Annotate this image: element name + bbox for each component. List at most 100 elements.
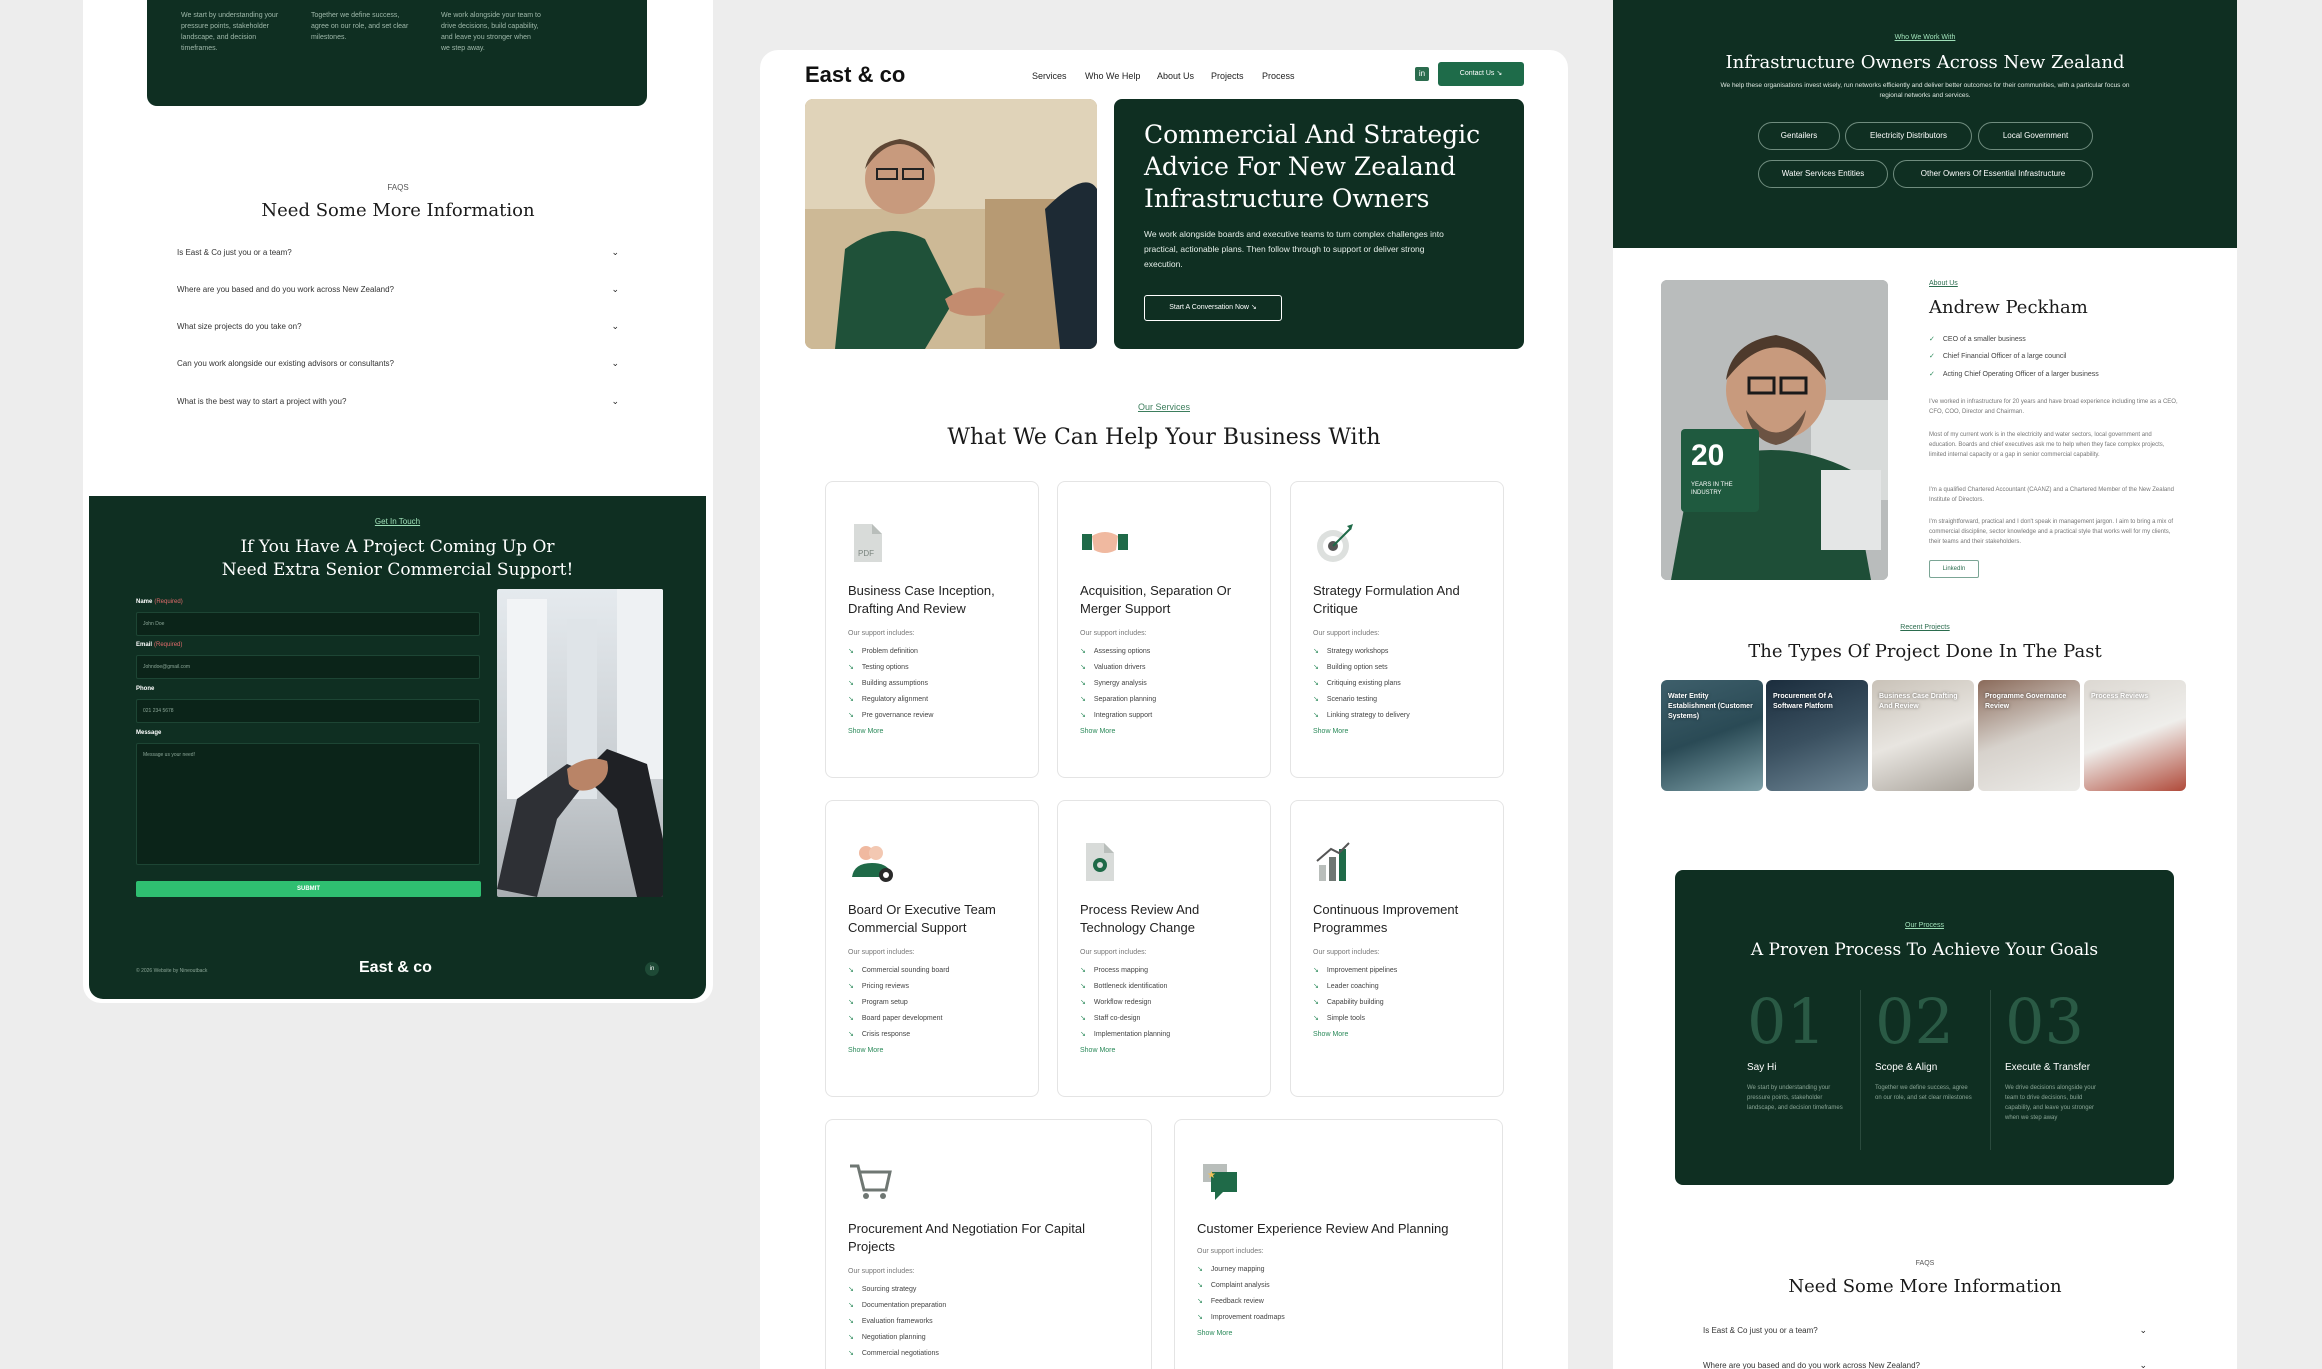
nav-who-we-help[interactable]: Who We Help xyxy=(1085,71,1140,81)
list-item: Commercial sounding board xyxy=(848,963,950,979)
process-kicker: Our Process xyxy=(1905,922,1944,929)
nav-about-us[interactable]: About Us xyxy=(1157,71,1194,81)
service-card[interactable]: Board Or Executive Team Commercial Suppo… xyxy=(825,800,1039,1097)
hero-title: Commercial And Strategic Advice For New … xyxy=(1144,120,1481,213)
linkedin-icon[interactable]: in xyxy=(645,962,659,976)
list-item: Regulatory alignment xyxy=(848,692,933,708)
service-card[interactable]: Procurement And Negotiation For Capital … xyxy=(825,1119,1152,1369)
chevron-down-icon: ⌄ xyxy=(611,396,619,406)
handshake-photo xyxy=(497,589,663,897)
document-gear-icon xyxy=(1080,839,1120,885)
nav-projects[interactable]: Projects xyxy=(1211,71,1244,81)
step-divider xyxy=(1860,990,1861,1150)
service-card[interactable]: Strategy Formulation And Critique Our su… xyxy=(1290,481,1504,778)
linkedin-button[interactable]: LinkedIn xyxy=(1929,560,1979,578)
svg-text:★: ★ xyxy=(1207,1170,1216,1181)
service-card[interactable]: Process Review And Technology Change Our… xyxy=(1057,800,1271,1097)
list-item: Assessing options xyxy=(1080,644,1156,660)
projects-kicker: Recent Projects xyxy=(1900,624,1950,631)
faq-kicker: FAQS xyxy=(1915,1260,1935,1267)
faq-item[interactable]: What size projects do you take on? ⌄ xyxy=(177,321,619,332)
contact-us-button[interactable]: Contact Us ↘ xyxy=(1438,62,1524,86)
list-item: Workflow redesign xyxy=(1080,995,1170,1011)
list-item: Documentation preparation xyxy=(848,1298,946,1314)
faq-item[interactable]: Is East & Co just you or a team? ⌄ xyxy=(177,247,619,258)
linkedin-icon[interactable]: in xyxy=(1415,67,1429,81)
nav-services[interactable]: Services xyxy=(1032,71,1067,81)
pill-electricity[interactable]: Electricity Distributors xyxy=(1845,122,1972,150)
contact-kicker[interactable]: Get In Touch xyxy=(89,517,706,526)
step-desc-3: We work alongside your team to drive dec… xyxy=(441,12,541,52)
pill-gentailers[interactable]: Gentailers xyxy=(1758,122,1840,150)
project-card[interactable]: Procurement Of A Software Platform xyxy=(1766,680,1868,791)
service-card[interactable]: Acquisition, Separation Or Merger Suppor… xyxy=(1057,481,1271,778)
project-title: Water Entity Establishment (Customer Sys… xyxy=(1668,693,1753,720)
project-title: Process Reviews xyxy=(2091,693,2149,700)
show-more-link[interactable]: Show More xyxy=(1313,728,1348,735)
step-number: 02 xyxy=(1875,985,1954,1058)
step-title: Say Hi xyxy=(1747,1062,1777,1073)
card-list: Journey mapping Complaint analysis Feedb… xyxy=(1197,1262,1285,1326)
pill-other-owners[interactable]: Other Owners Of Essential Infrastructure xyxy=(1893,160,2093,188)
svg-text:PDF: PDF xyxy=(858,549,874,558)
card-support-label: Our support includes: xyxy=(848,630,915,637)
who-title: Infrastructure Owners Across New Zealand xyxy=(1725,52,2125,73)
list-item: Critiquing existing plans xyxy=(1313,676,1410,692)
chat-star-icon: ★ xyxy=(1197,1158,1237,1204)
list-item: Pre governance review xyxy=(848,708,934,724)
list-item: Valuation drivers xyxy=(1080,660,1156,676)
list-item: Implementation planning xyxy=(1080,1027,1170,1043)
list-item: Improvement pipelines xyxy=(1313,963,1397,979)
service-card[interactable]: ★ Customer Experience Review And Plannin… xyxy=(1174,1119,1503,1369)
card-title: Continuous Improvement Programmes xyxy=(1313,902,1459,935)
show-more-link[interactable]: Show More xyxy=(1197,1330,1232,1337)
site-logo[interactable]: East & co xyxy=(805,62,905,88)
phone-field[interactable]: 021 234 5678 xyxy=(136,699,480,723)
pill-water[interactable]: Water Services Entities xyxy=(1758,160,1888,188)
pdf-icon: PDF xyxy=(848,520,888,566)
faq-item[interactable]: Is East & Co just you or a team? ⌄ xyxy=(1703,1325,2147,1336)
faq-item[interactable]: Where are you based and do you work acro… xyxy=(1703,1360,2147,1369)
service-card[interactable]: PDF Business Case Inception, Drafting An… xyxy=(825,481,1039,778)
list-item: Crisis response xyxy=(848,1027,949,1043)
list-item: Program setup xyxy=(848,995,949,1011)
step-desc: We start by understanding your pressure … xyxy=(1747,1085,1843,1111)
service-card[interactable]: Continuous Improvement Programmes Our su… xyxy=(1290,800,1504,1097)
about-kicker: About Us xyxy=(1929,280,1958,287)
show-more-link[interactable]: Show More xyxy=(848,1047,883,1054)
process-step: 01 Say Hi We start by understanding your… xyxy=(1747,990,1887,1113)
step-divider xyxy=(1990,990,1991,1150)
step-desc: We drive decisions alongside your team t… xyxy=(2005,1085,2096,1121)
faq-item[interactable]: What is the best way to start a project … xyxy=(177,396,619,407)
about-list-item: Acting Chief Operating Officer of a larg… xyxy=(1929,370,2099,378)
email-label: Email (Required) xyxy=(136,642,183,648)
phone-label: Phone xyxy=(136,686,155,692)
start-conversation-button[interactable]: Start A Conversation Now ↘ xyxy=(1144,295,1282,321)
chevron-down-icon: ⌄ xyxy=(2139,1325,2147,1335)
project-card[interactable]: Process Reviews xyxy=(2084,680,2186,791)
name-field[interactable]: John Doe xyxy=(136,612,480,636)
step-title: Execute & Transfer xyxy=(2005,1062,2091,1073)
process-section: Our Process A Proven Process To Achieve … xyxy=(1675,870,2174,1185)
show-more-link[interactable]: Show More xyxy=(1080,728,1115,735)
show-more-link[interactable]: Show More xyxy=(848,728,883,735)
project-card[interactable]: Water Entity Establishment (Customer Sys… xyxy=(1661,680,1763,791)
message-field[interactable]: Message us your need! xyxy=(136,743,480,865)
list-item: Synergy analysis xyxy=(1080,676,1156,692)
show-more-link[interactable]: Show More xyxy=(1313,1031,1348,1038)
email-field[interactable]: Johndoe@gmail.com xyxy=(136,655,480,679)
nav-process[interactable]: Process xyxy=(1262,71,1295,81)
card-title: Process Review And Technology Change xyxy=(1080,902,1200,935)
faq-item[interactable]: Where are you based and do you work acro… xyxy=(177,284,619,295)
faq-item[interactable]: Can you work alongside our existing advi… xyxy=(177,358,619,369)
project-card[interactable]: Programme Governance Review xyxy=(1978,680,2080,791)
pill-local-gov[interactable]: Local Government xyxy=(1978,122,2093,150)
project-card[interactable]: Business Case Drafting And Review xyxy=(1872,680,1974,791)
submit-button[interactable]: SUBMIT xyxy=(136,881,481,897)
process-step: 03 Execute & Transfer We drive decisions… xyxy=(2005,990,2145,1123)
name-label: Name (Required) xyxy=(136,599,183,605)
show-more-link[interactable]: Show More xyxy=(1080,1047,1115,1054)
step-desc-2: Together we define success, agree on our… xyxy=(311,12,409,41)
left-page-preview: We start by understanding your pressure … xyxy=(83,0,713,1003)
footer-logo[interactable]: East & co xyxy=(359,959,432,977)
